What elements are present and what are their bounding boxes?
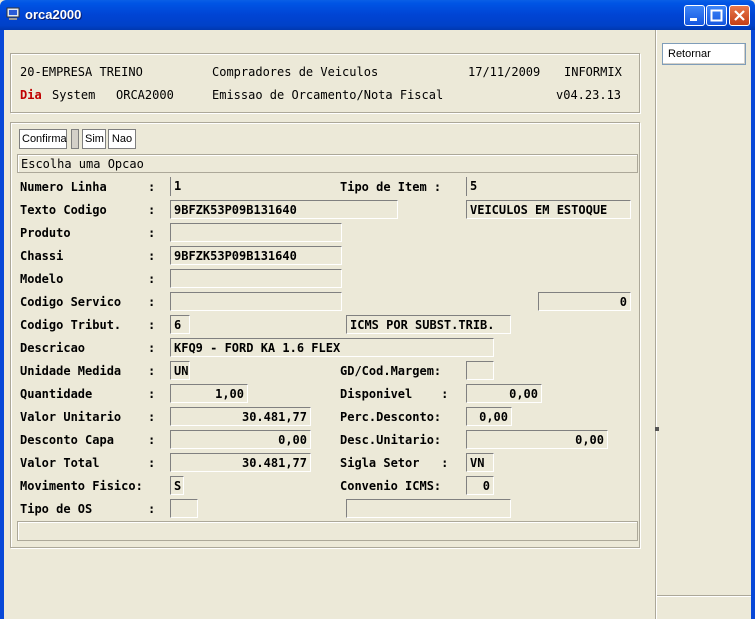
desc-unitario-label: Desc.Unitario:	[340, 433, 442, 447]
codigo-servico-field[interactable]	[170, 292, 342, 311]
modelo-field[interactable]	[170, 269, 342, 288]
panel-bottom-separator	[657, 595, 751, 597]
prompt-bar: Escolha uma Opcao	[17, 154, 638, 173]
close-icon	[734, 10, 745, 21]
disponivel-label: Disponivel :	[340, 387, 449, 401]
panel-separator	[655, 30, 657, 619]
colon: :	[148, 318, 156, 332]
gd-cod-margem-label: GD/Cod.Margem:	[340, 364, 442, 378]
codigo-tribut-label: Codigo Tribut.	[20, 318, 122, 332]
convenio-icms-label: Convenio ICMS:	[340, 479, 442, 493]
tipo-item-label: Tipo de Item :	[340, 180, 442, 194]
maximize-icon	[710, 9, 723, 22]
desconto-capa-field[interactable]: 0,00	[170, 430, 311, 449]
colon: :	[148, 249, 156, 263]
valor-total-label: Valor Total	[20, 456, 100, 470]
disponivel-field: 0,00	[466, 384, 542, 403]
colon: :	[148, 295, 156, 309]
colon: :	[148, 456, 156, 470]
colon: :	[148, 433, 156, 447]
valor-unitario-label: Valor Unitario	[20, 410, 122, 424]
unidade-medida-field[interactable]: UN	[170, 361, 190, 380]
header-date: 17/11/2009	[468, 65, 541, 79]
valor-unitario-field[interactable]: 30.481,77	[170, 407, 311, 426]
resize-caret-icon	[655, 427, 659, 431]
header-module: ORCA2000	[116, 88, 174, 102]
header-system: System	[52, 88, 96, 102]
header-subtitle: Emissao de Orcamento/Nota Fiscal	[212, 88, 444, 102]
tipo-os-description	[346, 499, 511, 518]
codigo-tribut-description: ICMS POR SUBST.TRIB.	[346, 315, 511, 334]
sigla-setor-label: Sigla Setor :	[340, 456, 449, 470]
descricao-label: Descricao	[20, 341, 86, 355]
close-button[interactable]	[729, 5, 750, 26]
title-bar: orca2000	[0, 0, 755, 30]
descricao-field[interactable]: KFQ9 - FORD KA 1.6 FLEX	[170, 338, 494, 357]
retornar-button[interactable]: Retornar	[662, 43, 746, 65]
desc-unitario-field[interactable]: 0,00	[466, 430, 608, 449]
bottom-message-bar	[17, 521, 638, 541]
screen-title: Compradores de Veiculos	[212, 65, 379, 79]
produto-label: Produto	[20, 226, 71, 240]
texto-codigo-description: VEICULOS EM ESTOQUE	[466, 200, 631, 219]
perc-desconto-label: Perc.Desconto:	[340, 410, 442, 424]
numero-linha-label: Numero Linha	[20, 180, 107, 194]
toolbar-grip[interactable]	[71, 129, 79, 149]
chassi-field[interactable]: 9BFZK53P09B131640	[170, 246, 342, 265]
valor-total-field: 30.481,77	[170, 453, 311, 472]
minimize-icon	[690, 18, 697, 21]
colon: :	[148, 203, 156, 217]
unidade-medida-label: Unidade Medida	[20, 364, 122, 378]
sim-button[interactable]: Sim	[82, 129, 106, 149]
colon: :	[148, 226, 156, 240]
tipo-os-field[interactable]	[170, 499, 198, 518]
perc-desconto-field[interactable]: 0,00	[466, 407, 512, 426]
header-version: v04.23.13	[556, 88, 622, 102]
quantidade-label: Quantidade	[20, 387, 93, 401]
nao-button[interactable]: Nao	[108, 129, 136, 149]
tipo-os-label: Tipo de OS	[20, 502, 93, 516]
maximize-button[interactable]	[706, 5, 727, 26]
header-day: Dia	[20, 88, 42, 102]
colon: :	[148, 502, 156, 516]
modelo-label: Modelo	[20, 272, 64, 286]
codigo-tribut-field[interactable]: 6	[170, 315, 190, 334]
numero-linha-field[interactable]: 1	[170, 177, 210, 196]
company-name: 20-EMPRESA TREINO	[20, 65, 143, 79]
codigo-servico-value: 0	[538, 292, 631, 311]
movimento-fisico-label: Movimento Fisico:	[20, 479, 143, 493]
colon: :	[148, 272, 156, 286]
window-frame-left	[0, 30, 4, 619]
sigla-setor-field[interactable]: VN	[466, 453, 494, 472]
texto-codigo-field[interactable]: 9BFZK53P09B131640	[170, 200, 398, 219]
header-db: INFORMIX	[564, 65, 622, 79]
produto-field[interactable]	[170, 223, 342, 242]
window-title: orca2000	[25, 7, 82, 22]
codigo-servico-label: Codigo Servico	[20, 295, 122, 309]
colon: :	[148, 341, 156, 355]
quantidade-field[interactable]: 1,00	[170, 384, 248, 403]
window-frame-right	[751, 30, 755, 619]
header-group	[10, 53, 640, 113]
texto-codigo-label: Texto Codigo	[20, 203, 107, 217]
movimento-fisico-field[interactable]: S	[170, 476, 184, 495]
confirma-button[interactable]: Confirma	[19, 129, 67, 149]
app-icon	[6, 7, 20, 20]
colon: :	[148, 410, 156, 424]
chassi-label: Chassi	[20, 249, 64, 263]
colon: :	[148, 180, 156, 194]
desconto-capa-label: Desconto Capa	[20, 433, 114, 447]
gd-cod-margem-field[interactable]	[466, 361, 494, 380]
tipo-item-field[interactable]: 5	[466, 177, 496, 196]
convenio-icms-field[interactable]: 0	[466, 476, 494, 495]
minimize-button[interactable]	[684, 5, 705, 26]
colon: :	[148, 364, 156, 378]
colon: :	[148, 387, 156, 401]
